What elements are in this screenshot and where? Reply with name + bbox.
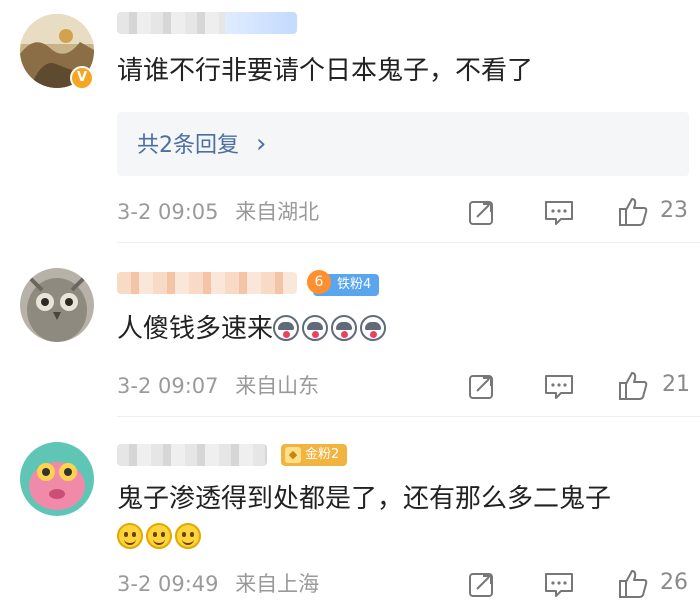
username-blurred[interactable] <box>117 272 297 294</box>
comment-time: 3-2 09:49 <box>117 572 219 596</box>
smile-emoji-icon <box>117 523 143 549</box>
repost-icon <box>469 375 493 399</box>
comment-button[interactable] <box>543 371 575 401</box>
like-button[interactable] <box>617 370 649 400</box>
gold-fan-icon: ◆ <box>285 447 301 463</box>
replies-button[interactable]: 共2条回复 › <box>117 112 689 176</box>
fan-badge-label: 铁粉4 <box>337 277 372 292</box>
like-count: 21 <box>662 372 690 397</box>
comment-text-body: 人傻钱多速来 <box>117 314 274 344</box>
comment-icon <box>545 201 573 225</box>
repost-button[interactable] <box>467 371 497 401</box>
repost-button[interactable] <box>467 569 497 599</box>
comment-text: 鬼子渗透得到处都是了，还有那么多二鬼子 <box>117 484 612 514</box>
comment-icon <box>545 573 573 597</box>
comment-item: ◆ 金粉2 鬼子渗透得到处都是了，还有那么多二鬼子 3-2 09:49 来自上海… <box>0 420 700 614</box>
husky-emoji-icon <box>273 315 300 341</box>
thumbs-up-icon <box>619 570 648 598</box>
comment-text: 人傻钱多速来 <box>117 312 389 346</box>
comment-meta: 3-2 09:05 来自湖北 <box>117 198 319 226</box>
fan-badge: 6 铁粉4 <box>307 270 380 296</box>
comment-meta: 3-2 09:07 来自山东 <box>117 372 319 400</box>
comment-item: 6 铁粉4 人傻钱多速来 3-2 09:07 来自山东 21 <box>0 250 700 420</box>
comment-location: 来自山东 <box>235 374 320 398</box>
comment-icon <box>545 375 573 399</box>
comment-button[interactable] <box>543 569 575 599</box>
comment-location: 来自上海 <box>235 572 320 596</box>
husky-emoji-icon <box>331 315 358 341</box>
husky-emoji-icon <box>360 315 387 341</box>
username-blurred[interactable] <box>117 12 297 34</box>
repost-button[interactable] <box>467 197 497 227</box>
comment-emoji-row <box>117 520 204 554</box>
thumbs-up-icon <box>619 372 648 400</box>
repost-icon <box>469 573 493 597</box>
smile-emoji-icon <box>175 523 201 549</box>
comment-item: V 请谁不行非要请个日本鬼子，不看了 共2条回复 › 3-2 09:05 来自湖… <box>0 0 700 243</box>
verified-badge: V <box>70 66 94 90</box>
pink-creature-avatar-icon <box>20 442 94 516</box>
owl-avatar-icon <box>20 268 94 342</box>
comment-meta: 3-2 09:49 来自上海 <box>117 570 319 598</box>
repost-icon <box>469 201 493 225</box>
fan-badge-label: 金粉2 <box>305 447 340 462</box>
fan-badge: ◆ 金粉2 <box>281 444 348 466</box>
avatar[interactable] <box>20 442 94 516</box>
avatar[interactable] <box>20 268 94 342</box>
thumbs-up-icon <box>619 198 648 226</box>
husky-emoji-icon <box>302 315 329 341</box>
like-count: 26 <box>660 570 688 595</box>
comment-time: 3-2 09:05 <box>117 200 219 224</box>
chevron-right-icon: › <box>256 129 267 159</box>
comment-time: 3-2 09:07 <box>117 374 219 398</box>
replies-label: 共2条回复 <box>137 133 239 158</box>
like-button[interactable] <box>617 196 649 226</box>
like-button[interactable] <box>617 568 649 598</box>
crown-icon: 6 <box>307 270 331 294</box>
smile-emoji-icon <box>146 523 172 549</box>
divider <box>117 242 700 243</box>
divider <box>117 416 700 417</box>
comment-text: 请谁不行非要请个日本鬼子，不看了 <box>117 56 534 86</box>
username-blurred-tail <box>225 12 297 34</box>
comment-button[interactable] <box>543 197 575 227</box>
username-blurred[interactable] <box>117 444 267 466</box>
comment-location: 来自湖北 <box>235 200 320 224</box>
like-count: 23 <box>660 198 688 223</box>
